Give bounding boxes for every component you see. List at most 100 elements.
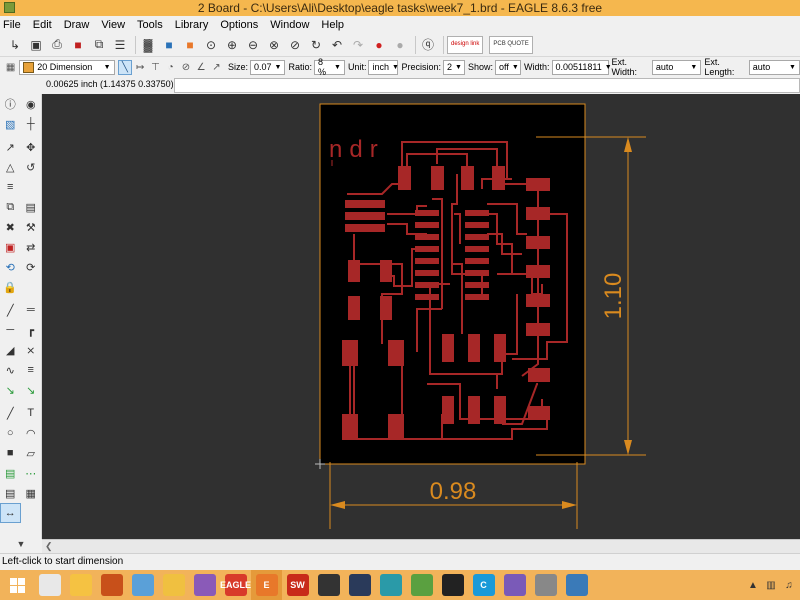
ic-pin[interactable] bbox=[465, 282, 489, 288]
hole-icon[interactable]: ▤ bbox=[0, 483, 21, 503]
width-select[interactable]: 0.00511811 ▼ bbox=[551, 59, 612, 75]
grid-icon[interactable]: ▦ bbox=[4, 60, 17, 75]
script-icon[interactable]: ■ bbox=[160, 36, 178, 54]
dimension-style-diagonal-icon[interactable]: ╲ bbox=[118, 59, 132, 75]
attribute-icon[interactable]: ▦ bbox=[21, 483, 42, 503]
group-icon[interactable]: ⟲ bbox=[0, 257, 21, 277]
taskbar-app-settings[interactable] bbox=[96, 570, 127, 600]
rotate-icon[interactable]: ↺ bbox=[21, 157, 42, 177]
smd-pad[interactable] bbox=[494, 396, 506, 424]
arc-icon[interactable]: ◠ bbox=[21, 423, 42, 443]
info-icon[interactable]: ⓘ bbox=[0, 94, 21, 114]
smash-icon[interactable]: ⟳ bbox=[21, 257, 42, 277]
redo-icon[interactable]: ↷ bbox=[349, 36, 367, 54]
taskbar-app-file-explorer[interactable] bbox=[65, 570, 96, 600]
align-icon[interactable]: ≡ bbox=[0, 177, 21, 197]
cam-icon[interactable]: ■ bbox=[69, 36, 87, 54]
taskbar-app-app-photoshop[interactable] bbox=[344, 570, 375, 600]
scroll-left-icon[interactable]: ❮ bbox=[45, 541, 53, 552]
autorouter-icon[interactable]: ↘ bbox=[0, 380, 21, 400]
show-select[interactable]: off ▼ bbox=[494, 59, 521, 75]
ext-length-select[interactable]: auto ▼ bbox=[748, 59, 800, 75]
vertical-dimension-label[interactable]: 1.10 bbox=[600, 273, 627, 320]
menu-view[interactable]: View bbox=[101, 19, 125, 31]
board-canvas[interactable]: ndr 1.10 0.98 bbox=[42, 94, 800, 539]
change-icon[interactable]: ⚒ bbox=[21, 217, 42, 237]
taskbar-app-app-eye[interactable] bbox=[530, 570, 561, 600]
ulp-icon[interactable]: ■ bbox=[181, 36, 199, 54]
smd-pad[interactable] bbox=[468, 396, 480, 424]
drc-icon[interactable]: ▓ bbox=[139, 36, 157, 54]
taskbar-app-app-screen[interactable] bbox=[561, 570, 592, 600]
taskbar-app-app-cat[interactable] bbox=[437, 570, 468, 600]
smd-pad[interactable] bbox=[348, 260, 360, 282]
differential-icon[interactable]: ≡ bbox=[21, 360, 42, 380]
smd-pad[interactable] bbox=[431, 166, 444, 190]
menu-library[interactable]: Library bbox=[175, 19, 209, 31]
ic-pin[interactable] bbox=[415, 210, 439, 216]
dimension-style-angle-icon[interactable]: ∠ bbox=[195, 60, 208, 75]
miter-icon[interactable]: ┏ bbox=[21, 320, 42, 340]
open-icon[interactable]: ↳ bbox=[6, 36, 24, 54]
smd-pad[interactable] bbox=[494, 334, 506, 362]
mark-icon[interactable]: ┼ bbox=[21, 114, 42, 134]
pcb-quote-button[interactable]: PCB QUOTE bbox=[489, 35, 533, 54]
zoom-last-icon[interactable]: ⊘ bbox=[286, 36, 304, 54]
command-line-input[interactable] bbox=[174, 78, 800, 93]
dimension-style-horizontal-icon[interactable]: ↦ bbox=[134, 60, 147, 75]
zoom-fit-icon[interactable]: ⊙ bbox=[202, 36, 220, 54]
ic-pin[interactable] bbox=[415, 270, 439, 276]
horizontal-dimension-label[interactable]: 0.98 bbox=[430, 478, 477, 505]
ratio-select[interactable]: 8 % ▼ bbox=[314, 57, 345, 77]
smd-pad[interactable] bbox=[388, 414, 404, 440]
via-icon[interactable]: ⋯ bbox=[21, 463, 42, 483]
taskbar-app-app-colorful[interactable] bbox=[189, 570, 220, 600]
go-icon[interactable]: ● bbox=[391, 36, 409, 54]
smd-pad[interactable] bbox=[492, 166, 505, 190]
smd-pad[interactable] bbox=[461, 166, 474, 190]
layer-select[interactable]: 20 Dimension ▼ bbox=[19, 59, 115, 75]
meander-icon[interactable]: ∿ bbox=[0, 360, 21, 380]
smd-pad[interactable] bbox=[526, 236, 550, 249]
menu-help[interactable]: Help bbox=[321, 19, 344, 31]
dimension-style-radius-icon[interactable]: ◔ bbox=[164, 60, 177, 75]
menu-file[interactable]: File bbox=[3, 19, 21, 31]
horizontal-scrollbar[interactable]: ❮ bbox=[42, 539, 800, 553]
ic-pin[interactable] bbox=[465, 222, 489, 228]
undo-icon[interactable]: ↶ bbox=[328, 36, 346, 54]
line-icon[interactable]: ╱ bbox=[0, 403, 21, 423]
zoom-select-icon[interactable]: ⊗ bbox=[265, 36, 283, 54]
taskbar-app-eagle-active[interactable]: E bbox=[251, 570, 282, 600]
menu-options[interactable]: Options bbox=[220, 19, 258, 31]
text-icon[interactable]: T bbox=[21, 403, 42, 423]
paste-icon[interactable]: ▤ bbox=[21, 197, 42, 217]
ic-pin[interactable] bbox=[415, 258, 439, 264]
optimize-icon[interactable]: ═ bbox=[21, 300, 42, 320]
ext-width-select[interactable]: auto ▼ bbox=[651, 59, 702, 75]
delete-icon[interactable]: ✖ bbox=[0, 217, 21, 237]
zoom-in-icon[interactable]: ⊕ bbox=[223, 36, 241, 54]
move-cross-icon[interactable]: ✥ bbox=[21, 137, 42, 157]
move-icon[interactable]: ↗ bbox=[0, 137, 21, 157]
board-label-text[interactable]: ndr bbox=[329, 136, 385, 163]
replace-icon[interactable]: ⇄ bbox=[21, 237, 42, 257]
ic-pin[interactable] bbox=[415, 234, 439, 240]
lock-icon[interactable]: 🔒 bbox=[0, 277, 21, 297]
schematic-icon[interactable]: ⧉ bbox=[90, 36, 108, 54]
taskbar-app-app-graph[interactable] bbox=[499, 570, 530, 600]
smd-pad[interactable] bbox=[442, 396, 454, 424]
smd-pad[interactable] bbox=[345, 224, 385, 232]
taskbar-app-folder[interactable] bbox=[158, 570, 189, 600]
stop-icon[interactable]: ● bbox=[370, 36, 388, 54]
taskbar-app-inkscape[interactable] bbox=[313, 570, 344, 600]
menu-edit[interactable]: Edit bbox=[33, 19, 52, 31]
precision-select[interactable]: 2 ▼ bbox=[442, 59, 465, 75]
save-icon[interactable]: ▣ bbox=[27, 36, 45, 54]
taskbar-app-solidworks[interactable]: SW bbox=[282, 570, 313, 600]
polygon-icon[interactable]: ▱ bbox=[21, 443, 42, 463]
rectangle-icon[interactable]: ■ bbox=[0, 443, 21, 463]
taskbar-app-chrome[interactable] bbox=[34, 570, 65, 600]
show-icon[interactable]: ◉ bbox=[21, 94, 42, 114]
ic-pin[interactable] bbox=[465, 246, 489, 252]
dimension-style-leader-icon[interactable]: ↗ bbox=[210, 60, 223, 75]
